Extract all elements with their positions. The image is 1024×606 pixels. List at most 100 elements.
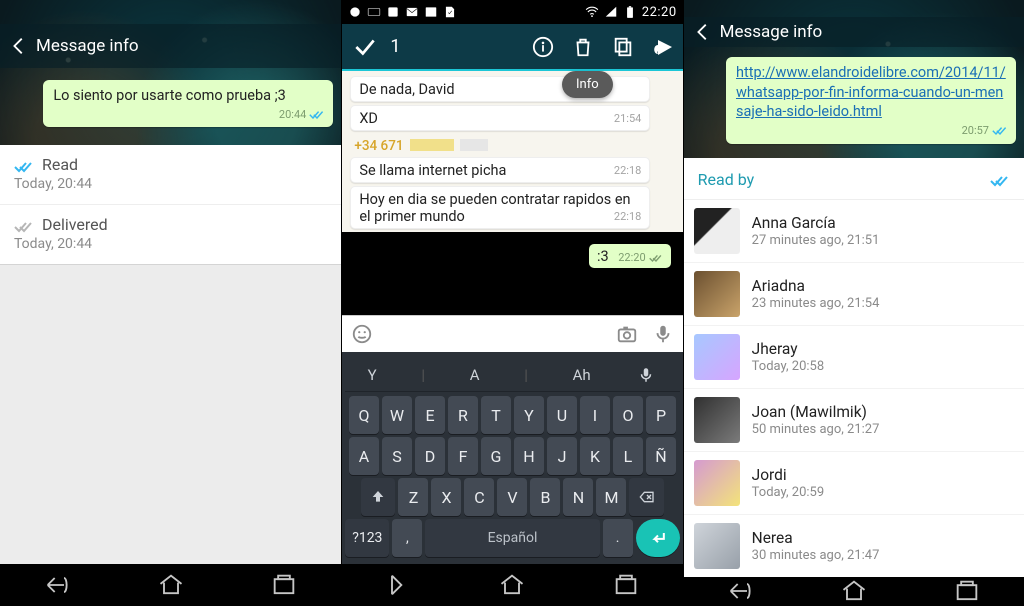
double-check-blue-icon (309, 109, 325, 120)
notif-icon (386, 5, 400, 19)
mic-icon[interactable] (635, 364, 657, 386)
reader-time: Today, 20:58 (752, 359, 824, 374)
message-text: De nada, David (359, 81, 454, 98)
message-bubble-incoming[interactable]: Hoy en dia se pueden contratar rapidos e… (350, 186, 650, 229)
nav-back-icon[interactable] (726, 577, 754, 605)
info-icon[interactable] (531, 35, 555, 59)
info-tooltip: Info (562, 71, 613, 98)
image-icon (424, 5, 438, 19)
reader-time: 23 minutes ago, 21:54 (752, 296, 880, 311)
nav-home-icon[interactable] (840, 577, 868, 605)
key-f[interactable]: F (448, 437, 478, 475)
key-t[interactable]: T (481, 396, 511, 434)
selection-action-bar: 1 (342, 24, 682, 71)
message-input[interactable] (384, 321, 604, 347)
nav-recent-icon[interactable] (953, 577, 981, 605)
key-e[interactable]: E (415, 396, 445, 434)
key-y[interactable]: Y (514, 396, 544, 434)
forward-icon[interactable] (651, 35, 675, 59)
key-m[interactable]: M (596, 478, 626, 516)
key-a[interactable]: A (349, 437, 379, 475)
message-bubble-outgoing[interactable]: http://www.elandroidelibre.com/2014/11/w… (726, 57, 1016, 144)
nav-back-icon[interactable] (43, 571, 71, 599)
key-backspace[interactable] (629, 478, 663, 516)
emoji-icon[interactable] (348, 320, 376, 348)
done-icon[interactable] (350, 32, 380, 62)
key-period[interactable]: . (603, 519, 633, 557)
key-comma[interactable]: , (392, 519, 422, 557)
notif-icon (443, 5, 457, 19)
read-by-header: Read by (684, 158, 1024, 200)
key-ñ[interactable]: Ñ (646, 437, 676, 475)
nav-home-icon[interactable] (498, 571, 526, 599)
copy-icon[interactable] (611, 35, 635, 59)
key-symbols[interactable]: ?123 (345, 519, 389, 557)
read-by-item[interactable]: JordiToday, 20:59 (684, 451, 1024, 514)
delivered-status-row: Delivered Today, 20:44 (0, 204, 341, 264)
key-j[interactable]: J (547, 437, 577, 475)
key-g[interactable]: G (481, 437, 511, 475)
key-r[interactable]: R (448, 396, 478, 434)
message-time: 21:54 (614, 112, 641, 125)
double-check-blue-icon (14, 158, 34, 172)
message-bubble-incoming[interactable]: Se llama internet picha 22:18 (350, 157, 650, 183)
avatar (694, 208, 740, 254)
suggestion[interactable]: Ah (573, 366, 591, 384)
key-shift[interactable] (361, 478, 395, 516)
nav-recent-icon[interactable] (270, 571, 298, 599)
key-i[interactable]: I (580, 396, 610, 434)
message-bubble-outgoing[interactable]: :3 22:20 (589, 244, 671, 268)
read-by-item[interactable]: Ariadna23 minutes ago, 21:54 (684, 262, 1024, 325)
key-space[interactable]: Español (425, 519, 599, 557)
chat-messages: De nada, David XD 21:54 +34 671 Se llama… (342, 71, 682, 232)
selection-count: 1 (390, 36, 530, 57)
nav-home-icon[interactable] (157, 571, 185, 599)
key-w[interactable]: W (382, 396, 412, 434)
key-d[interactable]: D (415, 437, 445, 475)
message-link[interactable]: http://www.elandroidelibre.com/2014/11/w… (736, 64, 1006, 120)
key-enter[interactable] (636, 519, 680, 557)
reader-time: Today, 20:59 (752, 485, 824, 500)
key-c[interactable]: C (464, 478, 494, 516)
message-time: 22:18 (614, 210, 641, 223)
action-bar-title: Message info (36, 36, 333, 56)
screen-message-info-single: 22:24 Message info Lo siento por usarte … (0, 0, 341, 606)
delete-icon[interactable] (571, 35, 595, 59)
key-k[interactable]: K (580, 437, 610, 475)
keyboard-icon (367, 5, 381, 19)
key-v[interactable]: V (497, 478, 527, 516)
read-by-item[interactable]: Anna García27 minutes ago, 21:51 (684, 200, 1024, 262)
signal-icon (604, 5, 618, 19)
reader-name: Anna García (752, 214, 880, 232)
key-o[interactable]: O (613, 396, 643, 434)
key-n[interactable]: N (563, 478, 593, 516)
action-bar: Message info (0, 24, 341, 68)
key-h[interactable]: H (514, 437, 544, 475)
back-icon[interactable] (692, 21, 714, 43)
read-by-item[interactable]: Joan (Mawilmik)50 minutes ago, 21:27 (684, 388, 1024, 451)
avatar (694, 397, 740, 443)
message-bubble-outgoing[interactable]: Lo siento por usarte como prueba ;3 20:4… (43, 80, 333, 127)
message-bubble-incoming[interactable]: XD 21:54 (350, 105, 650, 131)
delivered-label: Delivered (42, 215, 108, 234)
chat-background[interactable]: :3 22:20 (342, 232, 682, 315)
back-icon[interactable] (8, 35, 30, 57)
key-s[interactable]: S (382, 437, 412, 475)
camera-icon[interactable] (613, 320, 641, 348)
key-p[interactable]: P (646, 396, 676, 434)
message-text: Lo siento por usarte como prueba ;3 (53, 87, 285, 104)
key-l[interactable]: L (613, 437, 643, 475)
suggestion[interactable]: Y (368, 366, 377, 384)
double-check-gray-icon (14, 218, 34, 232)
nav-recent-icon[interactable] (612, 571, 640, 599)
mic-icon[interactable] (649, 320, 677, 348)
key-u[interactable]: U (547, 396, 577, 434)
key-b[interactable]: B (530, 478, 560, 516)
key-q[interactable]: Q (349, 396, 379, 434)
key-x[interactable]: X (431, 478, 461, 516)
read-by-item[interactable]: JherayToday, 20:58 (684, 325, 1024, 388)
key-z[interactable]: Z (398, 478, 428, 516)
read-by-item[interactable]: Nerea30 minutes ago, 21:47 (684, 514, 1024, 577)
nav-back-icon[interactable] (385, 571, 413, 599)
suggestion[interactable]: A (470, 366, 480, 384)
